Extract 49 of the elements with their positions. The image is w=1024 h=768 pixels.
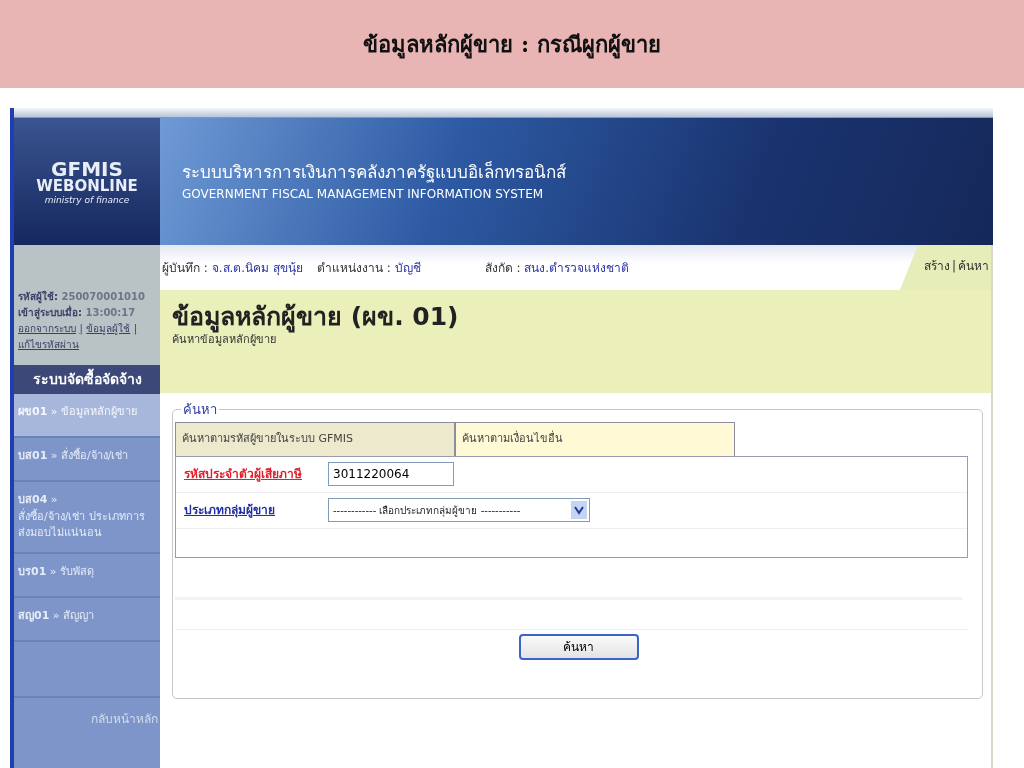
menu-arrow: » bbox=[50, 405, 58, 418]
logo-text: ministry of finance bbox=[44, 195, 130, 205]
menu-arrow: » bbox=[50, 493, 58, 506]
link-separator: | bbox=[79, 323, 83, 334]
slide-title: ข้อมูลหลักผู้ขาย : กรณีผูกผู้ขาย bbox=[0, 0, 1024, 88]
menu-code: บส01 bbox=[18, 449, 48, 462]
menu-arrow: » bbox=[49, 564, 57, 578]
menu-arrow: » bbox=[52, 608, 60, 622]
user-id: 250070001010 bbox=[61, 291, 145, 302]
info-label: สังกัด : bbox=[484, 260, 521, 275]
input-field[interactable]: 3011220064 bbox=[328, 462, 454, 486]
info-label: ผู้บันทึก : bbox=[162, 260, 208, 275]
search-tab[interactable]: ค้นหาตามเงื่อนไขอื่น bbox=[455, 422, 735, 456]
banner-subtitle: GOVERNMENT FISCAL MANAGEMENT INFORMATION SYSTEM bbox=[182, 186, 545, 204]
menu-label: ข้อมูลหลักผู้ขาย bbox=[61, 404, 138, 420]
field-label[interactable]: รหัสประจำตัวผู้เสียภาษี bbox=[184, 465, 328, 483]
link-separator: | bbox=[133, 323, 138, 334]
menu-arrow: » bbox=[50, 449, 58, 462]
logo-text: GFMIS bbox=[51, 158, 123, 179]
login-time-label: เข้าสู่ระบบเมื่อ: bbox=[18, 307, 82, 318]
menu-label: รับพัสดุ bbox=[60, 563, 95, 580]
menu-code: บร01 bbox=[18, 564, 47, 578]
info-label: ตำแหน่งงาน : bbox=[316, 260, 391, 275]
menu-label: สั่งซื้อ/จ้าง/เช่า bbox=[61, 448, 129, 464]
page-subtitle: ค้นหาข้อมูลหลักผู้ขาย bbox=[172, 332, 276, 348]
info-value: จ.ส.ต.นิคม สุขนุ้ย bbox=[211, 260, 303, 275]
user-link[interactable]: แก้ไขรหัสผ่าน bbox=[18, 339, 79, 350]
banner-title: ระบบบริหารการเงินการคลังภาครัฐแบบอิเล็กทรอนิกส์ bbox=[182, 160, 567, 185]
menu-label: สั่งซื้อ/จ้าง/เช่า ประเภทการส่งมอบไม่แน่นอน bbox=[18, 508, 146, 541]
action-link[interactable]: สร้าง bbox=[923, 257, 950, 290]
menu-code: บส04 bbox=[18, 493, 48, 506]
action-separator: | bbox=[951, 258, 956, 275]
menu-code: ผข01 bbox=[18, 405, 48, 418]
field-label[interactable]: ประเภทกลุ่มผู้ขาย bbox=[184, 501, 328, 519]
info-value: บัญชี bbox=[394, 260, 421, 275]
action-link[interactable]: ค้นหา bbox=[958, 257, 989, 290]
user-link[interactable]: ออกจากระบบ bbox=[18, 323, 76, 334]
user-id-label: รหัสผู้ใช้: bbox=[18, 291, 58, 302]
search-tab[interactable]: ค้นหาตามรหัสผู้ขายในระบบ GFMIS bbox=[175, 422, 455, 456]
menu-label: สัญญา bbox=[63, 607, 95, 624]
page-title: ข้อมูลหลักผู้ขาย (ผข. 01) bbox=[172, 302, 460, 332]
login-time: 13:00:17 bbox=[85, 307, 136, 318]
logo-text: WEBONLINE bbox=[36, 178, 138, 194]
dropdown[interactable]: ------------ เลือกประเภทกลุ่มผู้ขาย ----------- bbox=[328, 498, 590, 522]
search-button[interactable]: ค้นหา bbox=[518, 633, 639, 660]
user-link[interactable]: ข้อมูลผู้ใช้ bbox=[86, 323, 131, 334]
menu-code: สญ01 bbox=[18, 608, 50, 622]
menu-title: ระบบจัดซื้อจัดจ้าง bbox=[14, 365, 160, 394]
info-value: สนง.ตำรวจแห่งชาติ bbox=[524, 260, 630, 275]
